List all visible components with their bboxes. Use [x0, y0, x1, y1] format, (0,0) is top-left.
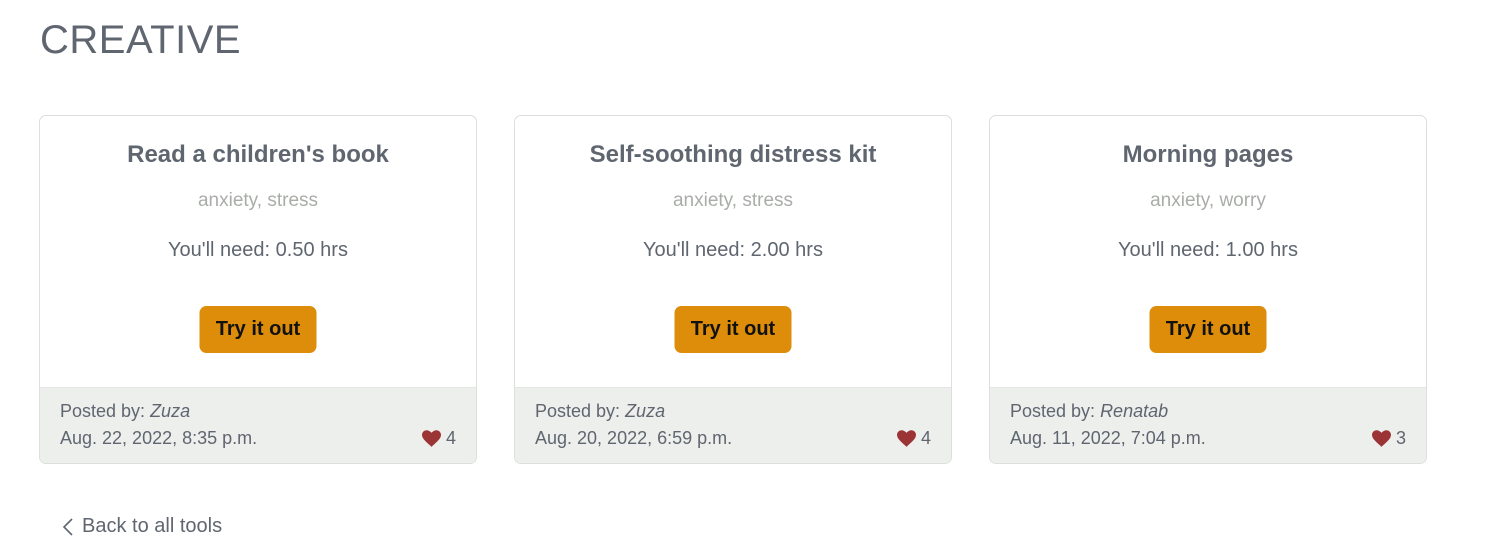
like-counter[interactable]: 4	[421, 428, 456, 449]
tool-cards-list: Read a children's book anxiety, stress Y…	[39, 115, 1429, 465]
card-title: Self-soothing distress kit	[589, 141, 877, 168]
posted-by: Posted by: Zuza	[535, 401, 665, 422]
page-title: CREATIVE	[40, 18, 242, 62]
author-name: Renatab	[1100, 401, 1169, 421]
back-to-all-tools-link[interactable]: Back to all tools	[62, 515, 222, 538]
chevron-left-icon	[62, 517, 73, 536]
duration-label: You'll need:	[1118, 239, 1226, 261]
tool-card: Self-soothing distress kit anxiety, stre…	[514, 115, 952, 464]
post-date: Aug. 20, 2022, 6:59 p.m.	[535, 428, 733, 448]
card-footer: Posted by: Zuza Aug. 22, 2022, 8:35 p.m.…	[40, 387, 476, 463]
posted-by: Posted by: Zuza	[60, 401, 190, 422]
card-duration: You'll need: 0.50 hrs	[40, 239, 476, 262]
duration-value: 1.00 hrs	[1225, 239, 1298, 261]
like-count: 4	[920, 428, 931, 448]
heart-icon[interactable]	[421, 430, 441, 447]
heart-icon[interactable]	[1371, 430, 1391, 447]
duration-label: You'll need:	[643, 239, 751, 261]
back-link-label: Back to all tools	[82, 515, 223, 537]
like-count: 3	[1395, 428, 1406, 448]
posted-by-label: Posted by:	[60, 401, 151, 421]
tool-card: Read a children's book anxiety, stress Y…	[39, 115, 477, 464]
author-name: Zuza	[625, 401, 666, 421]
card-tags: anxiety, stress	[672, 190, 794, 211]
card-footer: Posted by: Renatab Aug. 11, 2022, 7:04 p…	[990, 387, 1426, 463]
card-duration: You'll need: 1.00 hrs	[990, 239, 1426, 262]
try-it-out-button[interactable]: Try it out	[199, 306, 317, 353]
posted-by-label: Posted by:	[535, 401, 626, 421]
card-title: Read a children's book	[127, 141, 389, 168]
card-duration: You'll need: 2.00 hrs	[515, 239, 951, 262]
like-counter[interactable]: 3	[1371, 428, 1406, 449]
card-footer: Posted by: Zuza Aug. 20, 2022, 6:59 p.m.…	[515, 387, 951, 463]
duration-value: 0.50 hrs	[275, 239, 348, 261]
like-counter[interactable]: 4	[896, 428, 931, 449]
author-name: Zuza	[150, 401, 191, 421]
duration-value: 2.00 hrs	[750, 239, 823, 261]
card-tags: anxiety, stress	[197, 190, 319, 211]
try-it-out-button[interactable]: Try it out	[674, 306, 792, 353]
post-date: Aug. 22, 2022, 8:35 p.m.	[60, 428, 258, 448]
post-date: Aug. 11, 2022, 7:04 p.m.	[1010, 428, 1206, 448]
heart-icon[interactable]	[896, 430, 916, 447]
tool-card: Morning pages anxiety, worry You'll need…	[989, 115, 1427, 464]
card-tags: anxiety, worry	[1150, 190, 1266, 211]
posted-by: Posted by: Renatab	[1010, 401, 1168, 422]
like-count: 4	[445, 428, 456, 448]
try-it-out-button[interactable]: Try it out	[1149, 306, 1267, 353]
duration-label: You'll need:	[168, 239, 276, 261]
card-title: Morning pages	[1122, 141, 1294, 168]
posted-by-label: Posted by:	[1010, 401, 1101, 421]
